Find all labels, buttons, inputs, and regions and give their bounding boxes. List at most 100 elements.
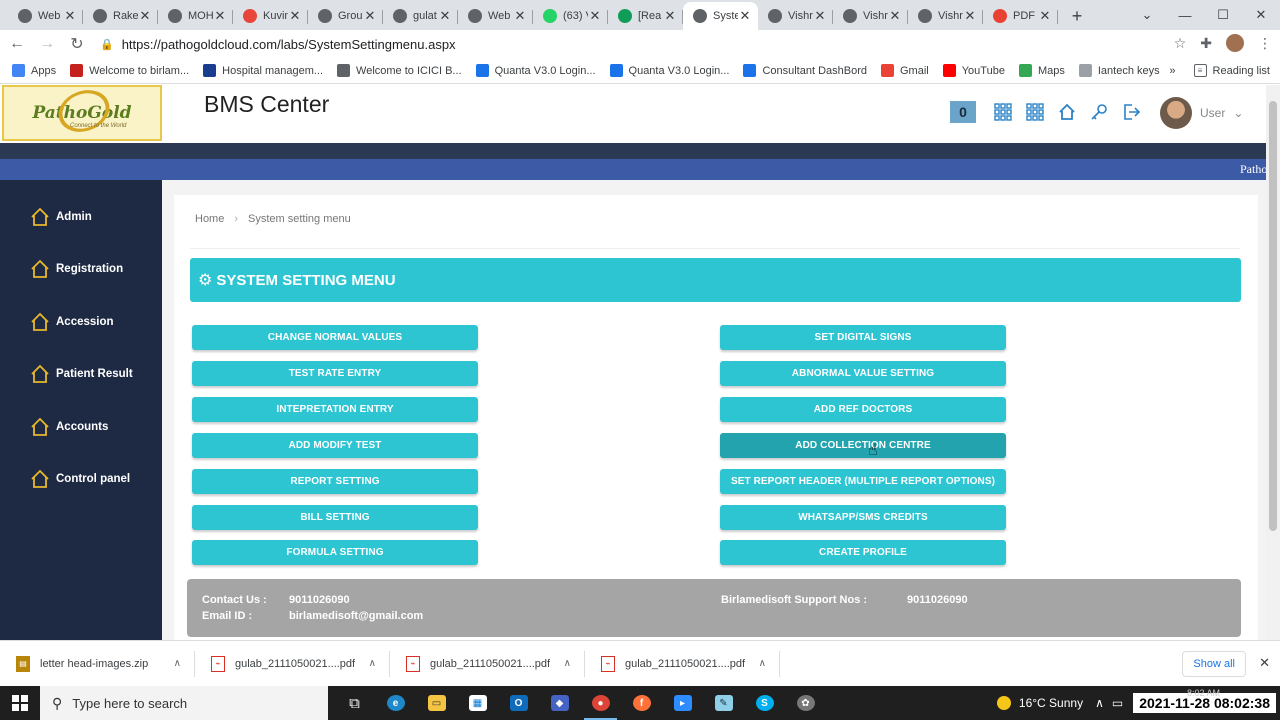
maximize-button[interactable]: ☐ xyxy=(1204,0,1242,30)
bookmark-item[interactable]: Hospital managem... xyxy=(203,64,323,77)
notepad-icon[interactable]: ✎ xyxy=(703,686,744,720)
minimize-button[interactable]: — xyxy=(1166,0,1204,30)
browser-tab[interactable]: gulat ✕ xyxy=(383,2,458,30)
tab-close-icon[interactable]: ✕ xyxy=(138,8,152,24)
taskbar-search-field[interactable]: ⚲ Type here to search xyxy=(40,686,328,720)
browser-tab[interactable]: Web ✕ xyxy=(8,2,83,30)
sidebar-item[interactable]: Control panel xyxy=(30,469,130,489)
sidebar-item[interactable]: Patient Result xyxy=(30,364,133,384)
setting-button[interactable]: BILL SETTING xyxy=(192,505,478,530)
logout-icon[interactable] xyxy=(1120,101,1142,123)
show-all-downloads-button[interactable]: Show all xyxy=(1182,651,1246,677)
back-button[interactable]: ← xyxy=(4,35,30,53)
setting-button[interactable]: SET DIGITAL SIGNS xyxy=(720,325,1006,350)
close-window-button[interactable]: ✕ xyxy=(1242,0,1280,30)
browser-tab[interactable]: Web ✕ xyxy=(458,2,533,30)
file-explorer-icon[interactable]: ▭ xyxy=(416,686,457,720)
browser-tab[interactable]: Vishr ✕ xyxy=(758,2,833,30)
skype-icon[interactable]: S xyxy=(744,686,785,720)
browser-tab[interactable]: Kuvin ✕ xyxy=(233,2,308,30)
setting-button[interactable]: INTEPRETATION ENTRY xyxy=(192,397,478,422)
settings-app-icon[interactable]: ✿ xyxy=(785,686,826,720)
tab-close-icon[interactable]: ✕ xyxy=(513,8,527,24)
sidebar-item[interactable]: Accounts xyxy=(30,417,108,437)
page-scrollbar[interactable] xyxy=(1266,85,1280,640)
tray-chevron-icon[interactable]: ∧ xyxy=(1095,696,1104,710)
download-item[interactable]: ⌁ gulab_2111050021....pdf ∧ xyxy=(585,641,780,687)
bookmark-item[interactable]: Gmail xyxy=(881,64,929,77)
setting-button[interactable]: SET REPORT HEADER (MULTIPLE REPORT OPTIO… xyxy=(720,469,1006,494)
download-item[interactable]: ▤ letter head-images.zip ∧ xyxy=(0,641,195,687)
download-item[interactable]: ⌁ gulab_2111050021....pdf ∧ xyxy=(390,641,585,687)
browser-tab[interactable]: (63) V✕ xyxy=(533,2,608,30)
chevron-up-icon[interactable]: ∧ xyxy=(564,658,571,669)
pathogold-logo[interactable]: PathoGold Connect to the World xyxy=(2,83,162,141)
scrollbar-thumb[interactable] xyxy=(1269,101,1277,531)
tab-search-icon[interactable]: ⌄ xyxy=(1128,0,1166,30)
browser-tab[interactable]: MOH ✕ xyxy=(158,2,233,30)
tab-close-icon[interactable]: ✕ xyxy=(738,8,752,24)
sidebar-item[interactable]: Registration xyxy=(30,259,123,279)
breadcrumb-home[interactable]: Home xyxy=(195,213,224,225)
setting-button[interactable]: REPORT SETTING xyxy=(192,469,478,494)
setting-button[interactable]: TEST RATE ENTRY xyxy=(192,361,478,386)
tab-close-icon[interactable]: ✕ xyxy=(813,8,827,24)
outlook-icon[interactable]: O xyxy=(498,686,539,720)
bookmark-star-icon[interactable]: ☆ xyxy=(1174,35,1187,52)
battery-icon[interactable]: ▭ xyxy=(1112,696,1123,710)
bookmark-item[interactable]: YouTube xyxy=(942,64,1005,77)
home-icon[interactable] xyxy=(1056,101,1078,123)
browser-tab[interactable]: Vishr ✕ xyxy=(833,2,908,30)
menu-icon[interactable]: ⋮ xyxy=(1258,35,1272,52)
bookmark-item[interactable]: Maps xyxy=(1018,64,1065,77)
tab-close-icon[interactable]: ✕ xyxy=(588,8,602,24)
tab-close-icon[interactable]: ✕ xyxy=(363,8,377,24)
new-tab-button[interactable]: + xyxy=(1062,2,1092,30)
bookmark-item[interactable]: Quanta V3.0 Login... xyxy=(475,64,596,77)
task-view-icon[interactable]: ⧉ xyxy=(334,686,375,720)
profile-avatar[interactable] xyxy=(1226,34,1244,52)
setting-button[interactable]: ABNORMAL VALUE SETTING xyxy=(720,361,1006,386)
browser-tab[interactable]: Rake ✕ xyxy=(83,2,158,30)
bookmark-item[interactable]: Apps xyxy=(12,64,56,77)
tab-close-icon[interactable]: ✕ xyxy=(438,8,452,24)
reload-button[interactable]: ↻ xyxy=(64,34,90,54)
tab-close-icon[interactable]: ✕ xyxy=(213,8,227,24)
setting-button[interactable]: CHANGE NORMAL VALUES xyxy=(192,325,478,350)
grid-icon[interactable] xyxy=(992,101,1014,123)
browser-tab[interactable]: PDF ✕ xyxy=(983,2,1058,30)
extensions-icon[interactable]: ✚ xyxy=(1200,35,1212,52)
bookmark-item[interactable]: Consultant DashBord xyxy=(743,64,867,77)
tab-close-icon[interactable]: ✕ xyxy=(963,8,977,24)
setting-button[interactable]: WHATSAPP/SMS CREDITS xyxy=(720,505,1006,530)
forward-button[interactable]: → xyxy=(34,35,60,53)
user-menu[interactable]: User ⌄ xyxy=(1160,97,1243,129)
setting-button[interactable]: ADD MODIFY TEST xyxy=(192,433,478,458)
key-icon[interactable] xyxy=(1088,101,1110,123)
bookmark-item[interactable]: Welcome to ICICI B... xyxy=(337,64,462,77)
chevron-up-icon[interactable]: ∧ xyxy=(174,658,181,669)
zoom-icon[interactable]: ▸ xyxy=(662,686,703,720)
tab-close-icon[interactable]: ✕ xyxy=(888,8,902,24)
apps-grid-icon[interactable] xyxy=(1024,101,1046,123)
setting-button[interactable]: FORMULA SETTING xyxy=(192,540,478,565)
app-icon[interactable]: ◆ xyxy=(539,686,580,720)
email-value[interactable]: birlamedisoft@gmail.com xyxy=(289,610,423,622)
tab-close-icon[interactable]: ✕ xyxy=(63,8,77,24)
more-bookmarks-button[interactable]: » xyxy=(1169,65,1175,77)
bookmark-item[interactable]: Welcome to birlam... xyxy=(70,64,189,77)
bookmark-item[interactable]: Iantech keys xyxy=(1078,64,1160,77)
tab-close-icon[interactable]: ✕ xyxy=(288,8,302,24)
chrome-icon[interactable]: ● xyxy=(580,686,621,720)
close-downloads-icon[interactable]: ✕ xyxy=(1259,655,1270,671)
windows-start-button[interactable] xyxy=(0,686,40,720)
tab-close-icon[interactable]: ✕ xyxy=(1038,8,1052,24)
tab-close-icon[interactable]: ✕ xyxy=(663,8,677,24)
weather-text[interactable]: 16°C Sunny xyxy=(1019,696,1083,710)
firefox-icon[interactable]: f xyxy=(621,686,662,720)
setting-button[interactable]: ADD REF DOCTORS xyxy=(720,397,1006,422)
sidebar-item[interactable]: Admin xyxy=(30,207,92,227)
browser-tab[interactable]: [Rea ✕ xyxy=(608,2,683,30)
edge-icon[interactable]: e xyxy=(375,686,416,720)
setting-button[interactable]: ADD COLLECTION CENTRE xyxy=(720,433,1006,458)
